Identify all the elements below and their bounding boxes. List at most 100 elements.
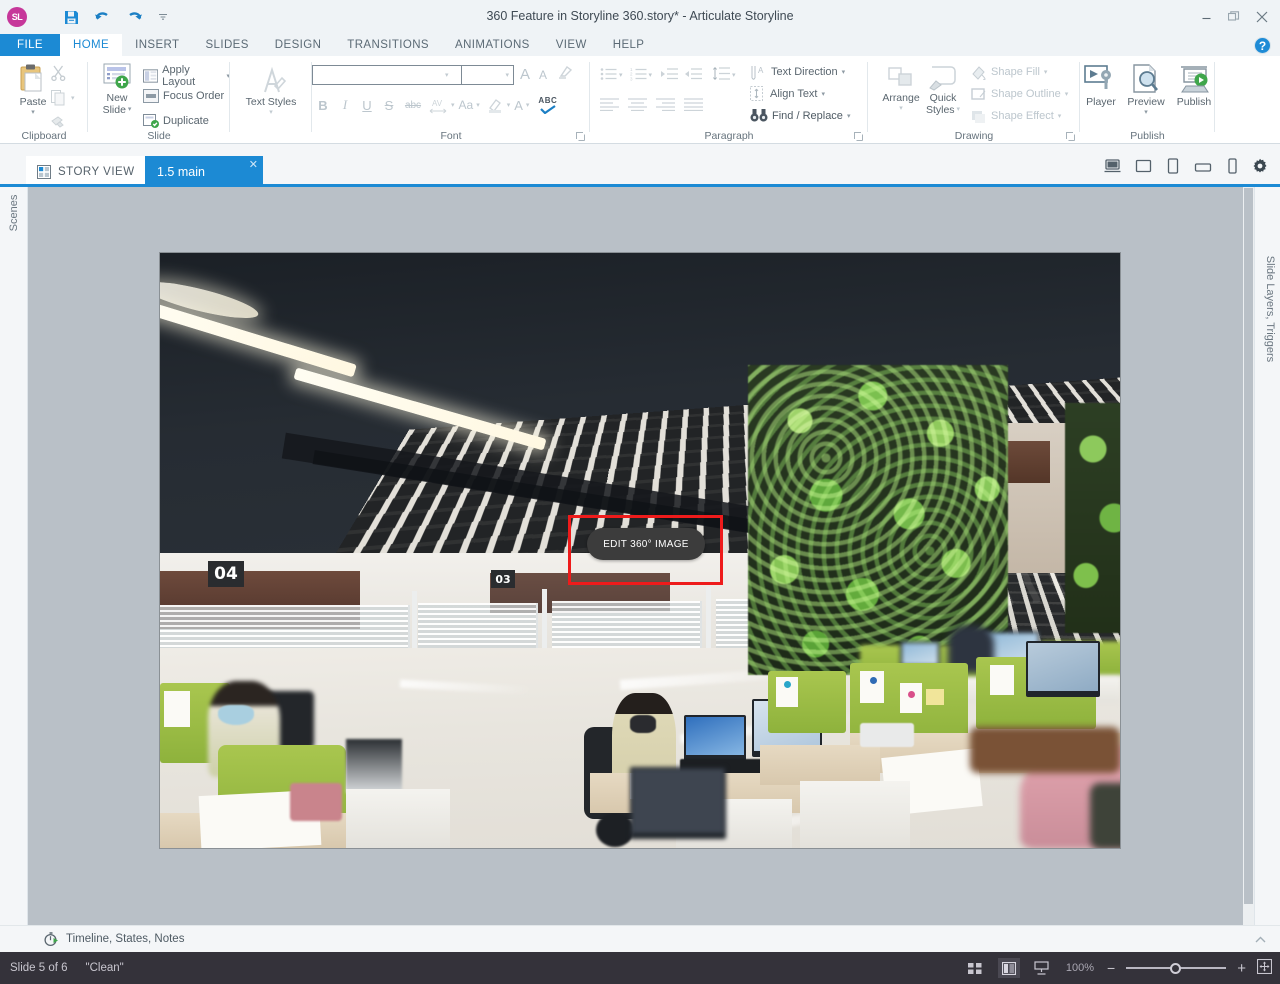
text-direction-caret[interactable]: ▾ (842, 68, 846, 76)
close-icon[interactable]: ✕ (249, 158, 258, 171)
shape-outline-button[interactable]: Shape Outline ▾ (970, 86, 1068, 102)
font-size-input[interactable]: ▾ (462, 65, 514, 85)
format-painter-button[interactable] (50, 113, 68, 129)
line-spacing-button[interactable] (712, 66, 730, 84)
align-right-button[interactable] (656, 98, 675, 114)
slide-canvas-area[interactable]: 04 03 (28, 187, 1254, 925)
timeline-panel-bar[interactable]: Timeline, States, Notes (0, 925, 1280, 952)
zoom-in-button[interactable]: + (1237, 960, 1246, 977)
new-slide-dropdown-caret[interactable]: ▾ (128, 106, 132, 114)
font-dialog-launcher[interactable] (576, 132, 585, 141)
canvas-vertical-scrollbar[interactable] (1243, 187, 1254, 925)
find-replace-caret[interactable]: ▾ (847, 112, 851, 120)
close-button[interactable] (1248, 2, 1276, 32)
font-family-caret[interactable]: ▾ (445, 71, 449, 79)
bold-button[interactable]: B (312, 98, 334, 113)
publish-button[interactable]: Publish (1172, 64, 1216, 108)
slide-layers-triggers-panel-tab[interactable]: Slide Layers, Triggers (1254, 187, 1280, 925)
italic-button[interactable]: I (334, 97, 356, 113)
paragraph-dialog-launcher[interactable] (854, 132, 863, 141)
line-spacing-caret[interactable]: ▾ (732, 71, 736, 79)
restore-button[interactable] (1220, 2, 1248, 32)
thumbnails-view-icon[interactable] (965, 958, 987, 978)
focus-order-button[interactable]: Focus Order (143, 89, 224, 103)
ribbon-tab-view[interactable]: VIEW (543, 34, 600, 56)
preview-button[interactable]: Preview ▾ (1122, 64, 1170, 116)
paste-dropdown-caret[interactable]: ▾ (31, 108, 35, 116)
fit-to-window-icon[interactable] (1257, 959, 1272, 977)
font-color-button[interactable]: A ▾ (514, 98, 529, 113)
align-left-button[interactable] (600, 98, 619, 114)
device-desktop-icon[interactable] (1104, 159, 1121, 178)
shape-effect-button[interactable]: Shape Effect ▾ (970, 108, 1061, 124)
edit-360-image-button[interactable]: EDIT 360° IMAGE (587, 528, 705, 560)
quick-styles-button[interactable]: Quick Styles ▾ (918, 64, 968, 116)
ribbon-tab-insert[interactable]: INSERT (122, 34, 192, 56)
font-family-input[interactable]: ▾ (312, 65, 462, 85)
shape-effect-caret[interactable]: ▾ (1058, 112, 1062, 120)
duplicate-button[interactable]: Duplicate (143, 113, 209, 128)
clear-formatting-button[interactable] (556, 65, 573, 84)
slide-tab-1-5-main[interactable]: 1.5 main ✕ (145, 156, 263, 187)
find-replace-button[interactable]: Find / Replace ▾ (750, 108, 850, 123)
ribbon-tab-transitions[interactable]: TRANSITIONS (334, 34, 442, 56)
numbering-caret[interactable]: ▾ (649, 71, 653, 79)
font-family-field[interactable] (317, 68, 445, 82)
spelling-button[interactable]: ABC (538, 96, 557, 114)
text-styles-button[interactable]: Text Styles ▾ (244, 66, 298, 116)
shape-outline-caret[interactable]: ▾ (1065, 90, 1069, 98)
normal-view-icon[interactable] (998, 958, 1020, 978)
ribbon-tab-help[interactable]: HELP (600, 34, 658, 56)
copy-dropdown-caret[interactable]: ▾ (71, 94, 75, 102)
zoom-out-button[interactable]: − (1107, 960, 1115, 976)
device-phone-landscape-icon[interactable] (1194, 160, 1212, 178)
decrease-indent-button[interactable] (660, 67, 678, 84)
text-styles-caret[interactable]: ▾ (269, 108, 273, 116)
text-direction-button[interactable]: A Text Direction ▾ (750, 64, 845, 80)
story-view-tab[interactable]: STORY VIEW (26, 156, 149, 187)
zoom-slider-knob[interactable] (1170, 963, 1181, 974)
shape-fill-button[interactable]: Shape Fill ▾ (970, 64, 1047, 80)
arrange-caret[interactable]: ▾ (899, 104, 903, 112)
device-phone-portrait-icon[interactable] (1226, 158, 1238, 179)
shrink-font-button[interactable]: A (539, 68, 547, 82)
bullets-caret[interactable]: ▾ (619, 71, 623, 79)
device-tablet-portrait-icon[interactable] (1166, 158, 1180, 179)
small-caps-button[interactable]: abc (400, 100, 426, 111)
font-size-caret[interactable]: ▾ (505, 71, 509, 79)
text-highlight-button[interactable]: ▾ (486, 97, 511, 114)
shape-fill-caret[interactable]: ▾ (1044, 68, 1048, 76)
ribbon-tab-slides[interactable]: SLIDES (192, 34, 261, 56)
change-case-button[interactable]: Aa ▾ (459, 98, 480, 112)
chevron-up-icon[interactable] (1255, 935, 1266, 945)
character-spacing-button[interactable]: AV ▾ (428, 97, 455, 114)
ribbon-tab-animations[interactable]: ANIMATIONS (442, 34, 543, 56)
drawing-dialog-launcher[interactable] (1066, 132, 1075, 141)
player-settings-gear-icon[interactable] (1252, 158, 1268, 179)
apply-layout-button[interactable]: Apply Layout ▾ (143, 64, 230, 88)
presenter-view-icon[interactable] (1031, 958, 1053, 978)
slide-surface[interactable]: 04 03 (160, 253, 1120, 848)
minimize-button[interactable] (1192, 2, 1220, 32)
align-text-caret[interactable]: ▾ (822, 90, 826, 98)
bullets-button[interactable] (600, 67, 617, 84)
align-text-button[interactable]: Align Text ▾ (750, 86, 825, 101)
device-tablet-landscape-icon[interactable] (1135, 159, 1152, 178)
ribbon-tab-home[interactable]: HOME (60, 34, 122, 56)
scenes-panel-tab[interactable]: Scenes (0, 187, 28, 925)
grow-font-button[interactable]: A (520, 66, 530, 83)
new-slide-button[interactable]: New Slide ▾ (90, 62, 144, 116)
player-button[interactable]: Player (1080, 64, 1122, 108)
strikethrough-button[interactable]: S (378, 98, 400, 113)
zoom-slider[interactable] (1126, 961, 1226, 975)
canvas-vertical-scroll-thumb[interactable] (1244, 188, 1253, 904)
cut-button[interactable] (50, 64, 67, 81)
copy-button[interactable]: ▾ (50, 89, 75, 106)
help-icon[interactable]: ? (1254, 37, 1271, 54)
increase-indent-button[interactable] (684, 67, 702, 84)
numbering-button[interactable]: 123 (630, 67, 647, 84)
align-center-button[interactable] (628, 98, 647, 114)
justify-button[interactable] (684, 98, 703, 114)
ribbon-tab-file[interactable]: FILE (0, 34, 60, 56)
underline-button[interactable]: U (356, 98, 378, 113)
